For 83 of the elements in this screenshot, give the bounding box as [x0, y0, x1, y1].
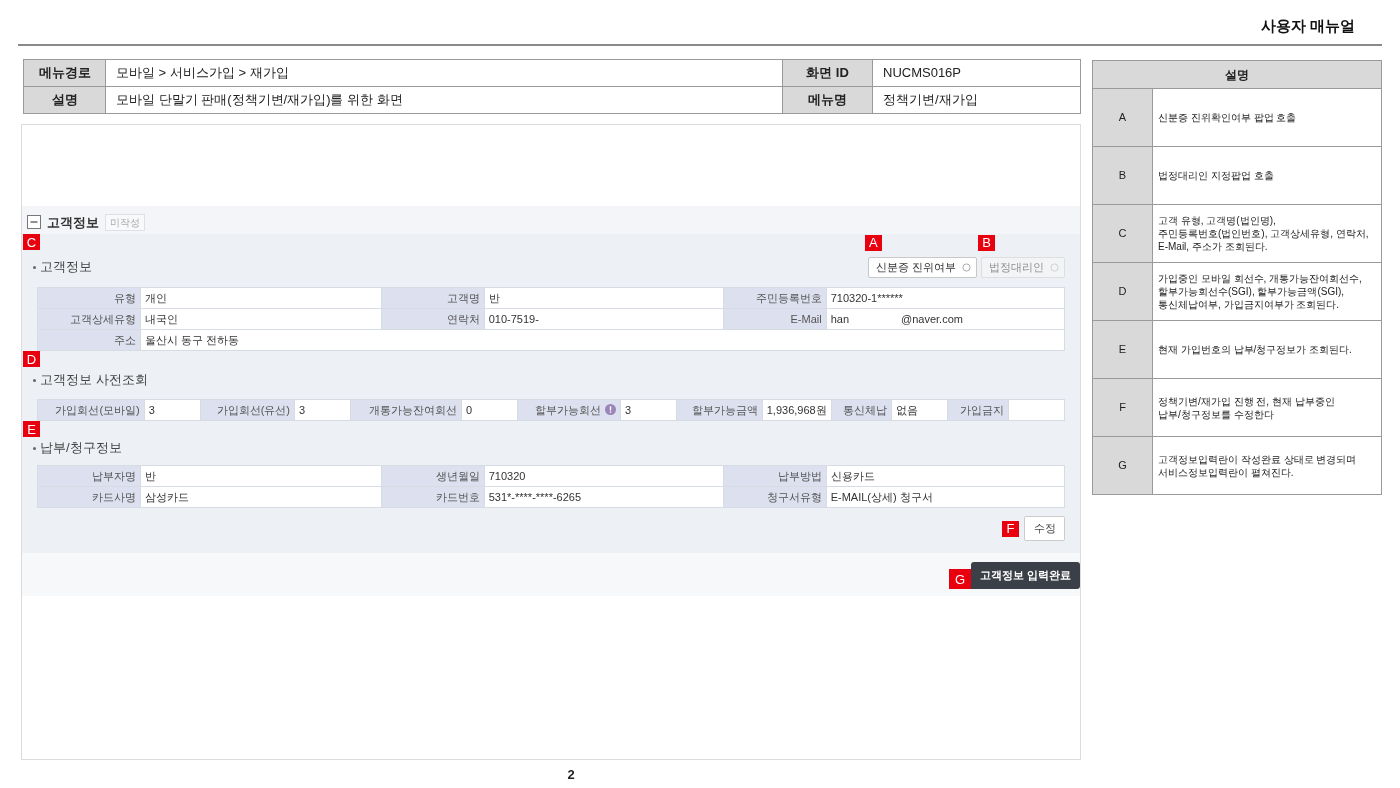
- section-subtitle: 고객정보: [40, 259, 92, 275]
- info-label: 설명: [23, 86, 106, 114]
- legend-key: G: [1092, 436, 1153, 495]
- info-value: 모바일 > 서비스가입 > 재가입: [105, 59, 783, 87]
- info-value: NUCMS016P: [872, 59, 1081, 87]
- legend-key: A: [1092, 88, 1153, 147]
- field-label: 납부방법: [723, 465, 827, 487]
- bullet-icon: [33, 378, 36, 382]
- field-value: 0: [461, 399, 518, 421]
- field-value: 울산시 동구 전하동: [140, 329, 1065, 351]
- field-label: 고객명: [381, 287, 485, 309]
- field-label: 카드사명: [37, 486, 141, 508]
- field-label: 유형: [37, 287, 141, 309]
- annotation-marker: F: [1002, 520, 1019, 537]
- field-value: 개인: [140, 287, 382, 309]
- circle-icon: [1050, 262, 1059, 272]
- submit-button[interactable]: 고객정보 입력완료: [970, 562, 1080, 589]
- document-title: 사용자 매뉴얼: [1260, 16, 1355, 36]
- field-value: 3: [144, 399, 201, 421]
- field-value: 삼성카드: [140, 486, 382, 508]
- field-value: 신용카드: [826, 465, 1065, 487]
- legend-key: E: [1092, 320, 1153, 379]
- field-value: 010-7519-: [484, 308, 724, 330]
- legend-description: 신분증 진위확인여부 팝업 호출: [1152, 88, 1382, 147]
- field-value: 3: [620, 399, 677, 421]
- field-value: 반: [484, 287, 724, 309]
- info-label: 메뉴명: [782, 86, 873, 114]
- legend-description: 법정대리인 지정팝업 호출: [1152, 146, 1382, 205]
- field-label: 고객상세유형: [37, 308, 141, 330]
- field-value: 710320-1******: [826, 287, 1065, 309]
- field-value: 710320: [484, 465, 724, 487]
- annotation-marker: B: [978, 234, 995, 251]
- info-value: 모바일 단말기 판매(정책기변/재가입)를 위한 화면: [105, 86, 783, 114]
- legend-key: F: [1092, 378, 1153, 437]
- status-tag: 미작성: [105, 214, 145, 231]
- field-value: 1,936,968원: [762, 399, 832, 421]
- field-label: 주소: [37, 329, 141, 351]
- field-value: 없음: [891, 399, 948, 421]
- info-label: 메뉴경로: [23, 59, 106, 87]
- legend-description: 가입중인 모바일 회선수, 개통가능잔여회선수, 할부가능회선수(SGI), 할부가능금액(SGI), 통신체납여부, 가입금지여부가 조회된다.: [1152, 262, 1382, 321]
- legend-description: 현재 가입번호의 납부/청구정보가 조회된다.: [1152, 320, 1382, 379]
- section-subtitle: 고객정보 사전조회: [40, 372, 148, 388]
- legend-key: C: [1092, 204, 1153, 263]
- section-title: 고객정보: [47, 214, 99, 231]
- field-value: E-MAIL(상세) 청구서: [826, 486, 1065, 508]
- field-value: 내국인: [140, 308, 382, 330]
- field-value-text: @naver.com: [901, 312, 963, 325]
- popup-button[interactable]: 신분증 진위여부: [867, 256, 977, 278]
- section-subtitle: 납부/청구정보: [40, 440, 122, 456]
- field-label: 납부자명: [37, 465, 141, 487]
- page-number: 2: [566, 766, 576, 784]
- field-label: 가입회선(유선): [200, 399, 295, 421]
- bullet-icon: [33, 446, 36, 450]
- field-value: 반: [140, 465, 382, 487]
- annotation-marker: E: [23, 421, 40, 437]
- field-label: 가입회선(모바일): [37, 399, 145, 421]
- field-value: 531*-****-****-6265: [484, 486, 724, 508]
- legend-description: 정책기변/재가입 진행 전, 현재 납부중인 납부/청구정보를 수정한다: [1152, 378, 1382, 437]
- legend-header: 설명: [1092, 60, 1382, 89]
- info-label: 화면 ID: [782, 59, 873, 87]
- annotation-marker: D: [23, 351, 40, 367]
- legend-key: B: [1092, 146, 1153, 205]
- info-value: 정책기변/재가입: [872, 86, 1081, 114]
- popup-button: 법정대리인: [981, 256, 1065, 278]
- edit-button[interactable]: 수정: [1024, 516, 1065, 541]
- field-value: [1008, 399, 1065, 421]
- field-label: 할부가능회선: [534, 403, 601, 416]
- field-label: 개통가능잔여회선: [350, 399, 462, 421]
- annotation-marker: G: [948, 569, 971, 589]
- field-label: 생년월일: [381, 465, 485, 487]
- field-value-text: han: [830, 312, 850, 325]
- circle-icon: [962, 262, 971, 272]
- bullet-icon: [33, 265, 36, 269]
- field-value: 3: [294, 399, 351, 421]
- annotation-marker: C: [23, 234, 40, 250]
- legend-description: 고객정보입력란이 작성완료 상태로 변경되며 서비스정보입력란이 펼쳐진다.: [1152, 436, 1382, 495]
- field-label: 할부가능금액: [676, 399, 763, 421]
- field-label: 가입금지: [947, 399, 1009, 421]
- field-label: 주민등록번호: [723, 287, 827, 309]
- annotation-marker: A: [864, 234, 882, 251]
- legend-key: D: [1092, 262, 1153, 321]
- legend-description: 고객 유형, 고객명(법인명), 주민등록번호(법인번호), 고객상세유형, 연락처, E-Mail, 주소가 조회된다.: [1152, 204, 1382, 263]
- field-label: 통신체납: [831, 399, 892, 421]
